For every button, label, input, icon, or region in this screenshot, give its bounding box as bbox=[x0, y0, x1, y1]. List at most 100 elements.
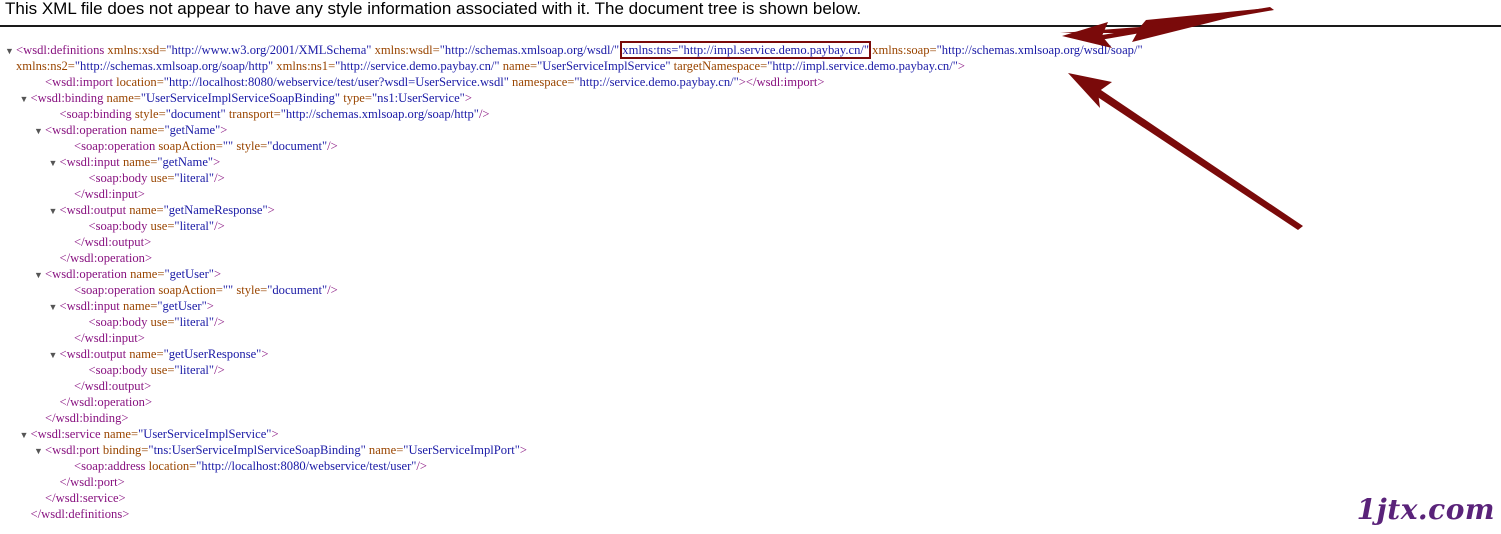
xml-tag: </wsdl:operation> bbox=[59, 251, 153, 265]
xml-attribute-value: "literal" bbox=[174, 363, 215, 377]
xml-attribute-name: type= bbox=[343, 91, 372, 105]
xml-attribute-value: "getUser" bbox=[164, 267, 214, 281]
xml-attribute-value: "" bbox=[222, 139, 237, 153]
xml-attribute-name: use= bbox=[150, 315, 175, 329]
xml-attribute-name: name= bbox=[130, 267, 165, 281]
collapse-triangle-icon[interactable]: ▼ bbox=[49, 155, 58, 171]
xml-attribute-value: "http://schemas.xmlsoap.org/soap/http" bbox=[280, 107, 479, 121]
xml-attribute-name: soapAction= bbox=[158, 139, 223, 153]
xml-document-tree: ▼ <wsdl:definitions xmlns:xsd="http://www… bbox=[0, 41, 1501, 522]
xml-attribute-value: "UserServiceImplService" bbox=[537, 59, 674, 73]
xml-line: <soap:operation soapAction="" style="doc… bbox=[0, 138, 1501, 154]
xml-attribute-name: style= bbox=[236, 283, 268, 297]
xml-tag: /> bbox=[327, 283, 338, 297]
collapse-triangle-icon[interactable]: ▼ bbox=[49, 347, 58, 363]
xml-line: xmlns:ns2="http://schemas.xmlsoap.org/so… bbox=[0, 58, 1501, 74]
xml-attribute-value: "" bbox=[222, 283, 237, 297]
xml-attribute-name: style= bbox=[134, 107, 166, 121]
xml-attribute-name: name= bbox=[368, 443, 404, 457]
xml-tag: /> bbox=[327, 139, 338, 153]
xml-line: <soap:binding style="document" transport… bbox=[0, 106, 1501, 122]
xml-tag: > bbox=[519, 443, 528, 457]
xml-tag: <wsdl:output bbox=[59, 203, 130, 217]
xml-line: </wsdl:operation> bbox=[0, 394, 1501, 410]
xml-tag: > bbox=[213, 155, 221, 169]
site-watermark-logo: 1jtx.com bbox=[1356, 493, 1495, 526]
xml-line: ▼ <wsdl:definitions xmlns:xsd="http://www… bbox=[0, 41, 1501, 59]
xml-attribute-value: "document" bbox=[267, 139, 328, 153]
xml-tag: /> bbox=[416, 459, 428, 473]
xml-tag: > bbox=[464, 91, 472, 105]
xml-tag: </wsdl:input> bbox=[74, 331, 145, 345]
xml-attribute-name: style= bbox=[236, 139, 268, 153]
collapse-triangle-icon[interactable]: ▼ bbox=[34, 267, 43, 283]
xml-line: ▼ <wsdl:operation name="getUser"> bbox=[0, 266, 1501, 282]
xml-line: ▼ <wsdl:operation name="getName"> bbox=[0, 122, 1501, 138]
xml-attribute-value: "literal" bbox=[174, 219, 215, 233]
xml-line: </wsdl:output> bbox=[0, 378, 1501, 394]
xml-tag: /> bbox=[214, 171, 225, 185]
xml-tag: ></wsdl:import> bbox=[738, 75, 825, 89]
xml-line: ▼ <wsdl:binding name="UserServiceImplServ… bbox=[0, 90, 1501, 106]
xml-attribute-value: "document" bbox=[165, 107, 229, 121]
xml-tag: </wsdl:service> bbox=[45, 491, 126, 505]
xml-tag: <wsdl:input bbox=[59, 155, 123, 169]
collapse-triangle-icon[interactable]: ▼ bbox=[49, 299, 58, 315]
xml-line: ▼ <wsdl:output name="getUserResponse"> bbox=[0, 346, 1501, 362]
xml-attribute-name: name= bbox=[122, 155, 158, 169]
collapse-triangle-icon[interactable]: ▼ bbox=[34, 443, 43, 459]
xml-line: </wsdl:input> bbox=[0, 186, 1501, 202]
xml-line: </wsdl:output> bbox=[0, 234, 1501, 250]
xml-tag: > bbox=[957, 59, 965, 73]
xml-attribute-value: "getName" bbox=[157, 155, 214, 169]
xml-tag: > bbox=[271, 427, 279, 441]
collapse-triangle-icon[interactable]: ▼ bbox=[5, 43, 14, 59]
xml-line: <soap:address location="http://localhost… bbox=[0, 458, 1501, 474]
xml-attribute-name: name= bbox=[129, 203, 164, 217]
xml-tag: </wsdl:output> bbox=[74, 235, 152, 249]
xml-tag: </wsdl:output> bbox=[74, 379, 152, 393]
xml-tag: /> bbox=[214, 363, 225, 377]
xml-tag: <wsdl:definitions bbox=[16, 43, 108, 57]
xml-attribute-value: "http://localhost:8080/webservice/test/u… bbox=[196, 459, 417, 473]
xml-line: </wsdl:port> bbox=[0, 474, 1501, 490]
xml-tag: <soap:operation bbox=[74, 283, 159, 297]
collapse-triangle-icon[interactable]: ▼ bbox=[20, 427, 29, 443]
xml-tag: > bbox=[213, 267, 222, 281]
collapse-triangle-icon[interactable]: ▼ bbox=[20, 91, 29, 107]
collapse-triangle-icon[interactable]: ▼ bbox=[49, 203, 58, 219]
xml-tag: <soap:address bbox=[74, 459, 149, 473]
xml-tag: <soap:body bbox=[88, 363, 151, 377]
xml-notice-text: This XML file does not appear to have an… bbox=[5, 0, 862, 18]
xml-attribute-name: name= bbox=[129, 347, 164, 361]
xml-tag: <wsdl:binding bbox=[30, 91, 107, 105]
xml-tag: <wsdl:service bbox=[30, 427, 104, 441]
xml-tag: <wsdl:input bbox=[59, 299, 123, 313]
xml-attribute-value: "ns1:UserService" bbox=[372, 91, 465, 105]
xml-line: <soap:body use="literal"/> bbox=[0, 362, 1501, 378]
xml-line: ▼ <wsdl:output name="getNameResponse"> bbox=[0, 202, 1501, 218]
xml-tag: <soap:binding bbox=[59, 107, 135, 121]
xml-tag: <soap:operation bbox=[74, 139, 159, 153]
xml-attribute-name: use= bbox=[150, 219, 175, 233]
xml-attribute-name: name= bbox=[103, 427, 139, 441]
xml-tag: > bbox=[220, 123, 228, 137]
xml-tag: </wsdl:definitions> bbox=[30, 507, 130, 521]
xml-attribute-name: location= bbox=[116, 75, 164, 89]
xml-attribute-name: transport= bbox=[228, 107, 281, 121]
xml-attribute-value: "http://www.w3.org/2001/XMLSchema" bbox=[166, 43, 375, 57]
xml-attribute-name: name= bbox=[106, 91, 141, 105]
xml-line: <soap:body use="literal"/> bbox=[0, 218, 1501, 234]
xml-line: ▼ <wsdl:service name="UserServiceImplServ… bbox=[0, 426, 1501, 442]
xml-tag: <wsdl:operation bbox=[45, 267, 131, 281]
xml-tag: <wsdl:port bbox=[45, 443, 103, 457]
xml-attribute-name: xmlns:wsdl= bbox=[374, 43, 440, 57]
xml-attribute-value: "http://schemas.xmlsoap.org/wsdl/soap/" bbox=[936, 43, 1143, 57]
xml-line: </wsdl:operation> bbox=[0, 250, 1501, 266]
xml-line: <wsdl:import location="http://localhost:… bbox=[0, 74, 1501, 90]
highlighted-tns-namespace: xmlns:tns="http://impl.service.demo.payb… bbox=[620, 41, 872, 59]
collapse-triangle-icon[interactable]: ▼ bbox=[34, 123, 43, 139]
xml-attribute-name: binding= bbox=[102, 443, 149, 457]
xml-line: </wsdl:input> bbox=[0, 330, 1501, 346]
xml-attribute-name: xmlns:ns2= bbox=[16, 59, 75, 73]
